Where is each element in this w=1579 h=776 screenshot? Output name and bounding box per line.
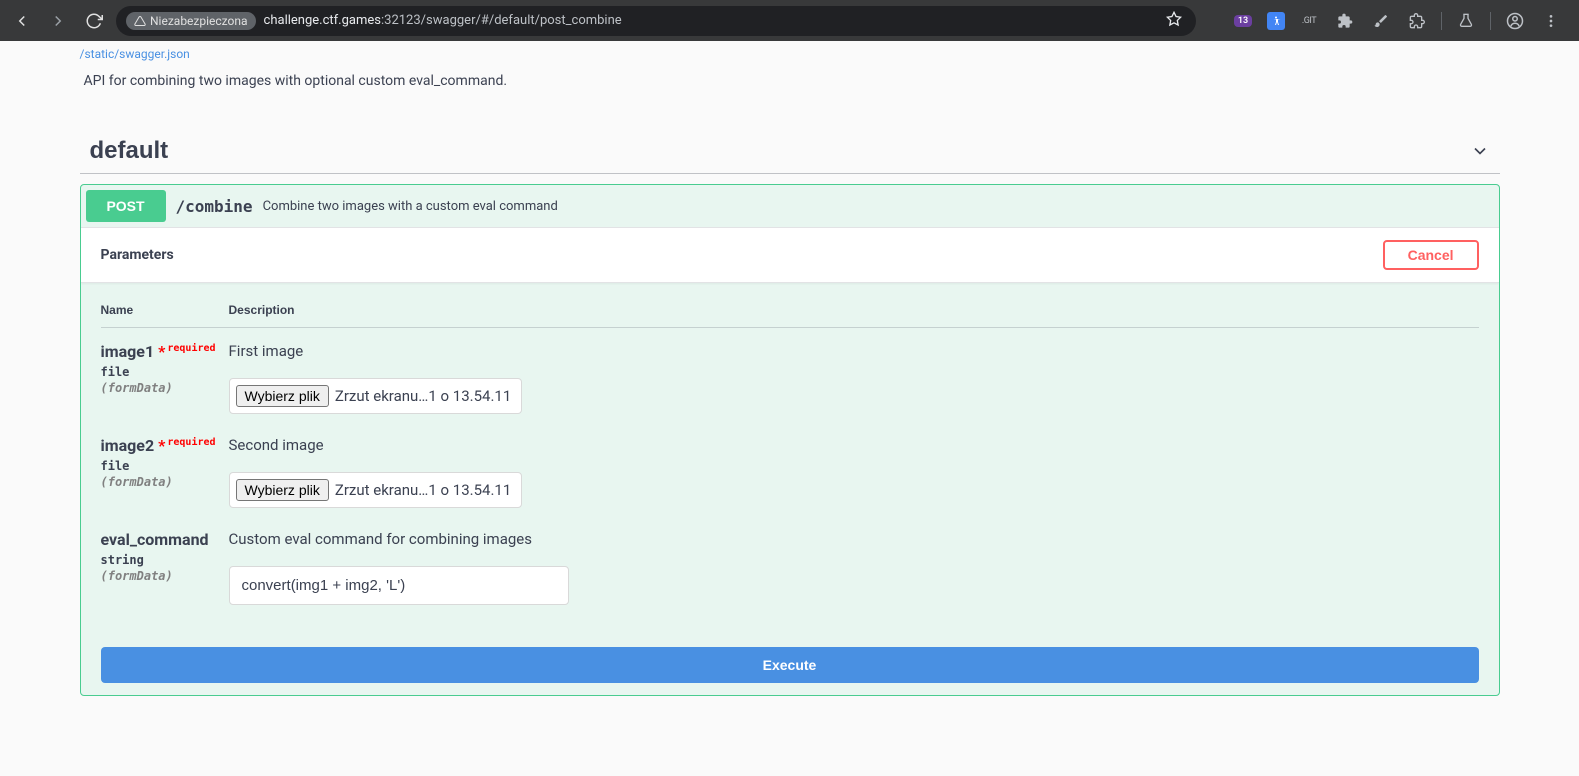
param-name: image2 *required — [101, 436, 229, 455]
page-content: /static/swagger.json API for combining t… — [60, 41, 1520, 696]
param-description: Custom eval command for combining images — [229, 530, 1479, 548]
extension-brush-icon[interactable] — [1369, 9, 1393, 33]
toolbar-right: 13 .GIT — [1231, 9, 1571, 33]
extension-accessibility-icon[interactable] — [1267, 12, 1285, 30]
cancel-button[interactable]: Cancel — [1383, 240, 1479, 270]
api-description: API for combining two images with option… — [80, 73, 1500, 89]
address-bar[interactable]: Niezabezpieczona challenge.ctf.games:321… — [116, 6, 1196, 36]
param-row-image2: image2 *required file (formData) Second … — [101, 422, 1479, 516]
file-input-image1[interactable]: Wybierz plik Zrzut ekranu…1 o 13.54.11 — [229, 378, 523, 414]
security-indicator[interactable]: Niezabezpieczona — [126, 12, 256, 30]
extension-git-icon[interactable]: .GIT — [1297, 9, 1321, 33]
swagger-json-link[interactable]: /static/swagger.json — [80, 41, 1500, 73]
parameters-label: Parameters — [101, 247, 174, 263]
param-in: (formData) — [101, 379, 229, 395]
bookmark-star-icon[interactable] — [1166, 11, 1182, 31]
tag-header[interactable]: default — [80, 129, 1500, 174]
extension-puzzle-icon[interactable] — [1333, 9, 1357, 33]
parameters-bar: Parameters Cancel — [81, 227, 1499, 283]
back-button[interactable] — [8, 7, 36, 35]
http-method-badge: POST — [86, 190, 166, 222]
forward-button[interactable] — [44, 7, 72, 35]
column-header-name: Name — [101, 303, 229, 317]
reload-button[interactable] — [80, 7, 108, 35]
param-row-eval-command: eval_command string (formData) Custom ev… — [101, 516, 1479, 613]
extensions-menu-icon[interactable] — [1405, 9, 1429, 33]
param-in: (formData) — [101, 567, 229, 583]
param-name: eval_command — [101, 530, 229, 549]
tag-title: default — [90, 137, 169, 165]
separator — [1441, 12, 1442, 30]
param-desc-cell: Custom eval command for combining images — [229, 530, 1479, 605]
parameters-table-header: Name Description — [101, 303, 1479, 328]
operation-path: /combine — [176, 197, 253, 216]
extension-badge-icon[interactable]: 13 — [1231, 9, 1255, 33]
param-description: Second image — [229, 436, 1479, 454]
chevron-down-icon — [1470, 141, 1490, 161]
eval-command-input[interactable] — [229, 566, 569, 605]
separator — [1490, 12, 1491, 30]
parameters-table: Name Description image1 *required file (… — [81, 283, 1499, 633]
execute-button[interactable]: Execute — [101, 647, 1479, 683]
column-header-description: Description — [229, 303, 295, 317]
param-desc-cell: First image Wybierz plik Zrzut ekranu…1 … — [229, 342, 1479, 414]
param-description: First image — [229, 342, 1479, 360]
param-type: file — [101, 361, 229, 379]
chosen-file-name: Zrzut ekranu…1 o 13.54.11 — [335, 481, 511, 499]
param-name-cell: image2 *required file (formData) — [101, 436, 229, 489]
kebab-menu-icon[interactable] — [1539, 9, 1563, 33]
param-name: image1 *required — [101, 342, 229, 361]
url-text: challenge.ctf.games:32123/swagger/#/defa… — [264, 13, 622, 28]
opblock-post-combine: POST /combine Combine two images with a … — [80, 184, 1500, 696]
param-type: file — [101, 455, 229, 473]
param-name-cell: image1 *required file (formData) — [101, 342, 229, 395]
opblock-summary[interactable]: POST /combine Combine two images with a … — [81, 185, 1499, 227]
param-desc-cell: Second image Wybierz plik Zrzut ekranu…1… — [229, 436, 1479, 508]
param-row-image1: image1 *required file (formData) First i… — [101, 328, 1479, 422]
param-in: (formData) — [101, 473, 229, 489]
file-input-image2[interactable]: Wybierz plik Zrzut ekranu…1 o 13.54.11 — [229, 472, 523, 508]
chosen-file-name: Zrzut ekranu…1 o 13.54.11 — [335, 387, 511, 405]
choose-file-button[interactable]: Wybierz plik — [236, 385, 329, 407]
labs-icon[interactable] — [1454, 9, 1478, 33]
profile-icon[interactable] — [1503, 9, 1527, 33]
choose-file-button[interactable]: Wybierz plik — [236, 479, 329, 501]
security-label: Niezabezpieczona — [150, 14, 248, 28]
execute-wrapper: Execute — [81, 633, 1499, 695]
param-name-cell: eval_command string (formData) — [101, 530, 229, 583]
operation-summary: Combine two images with a custom eval co… — [263, 199, 558, 214]
param-type: string — [101, 549, 229, 567]
browser-toolbar: Niezabezpieczona challenge.ctf.games:321… — [0, 0, 1579, 41]
